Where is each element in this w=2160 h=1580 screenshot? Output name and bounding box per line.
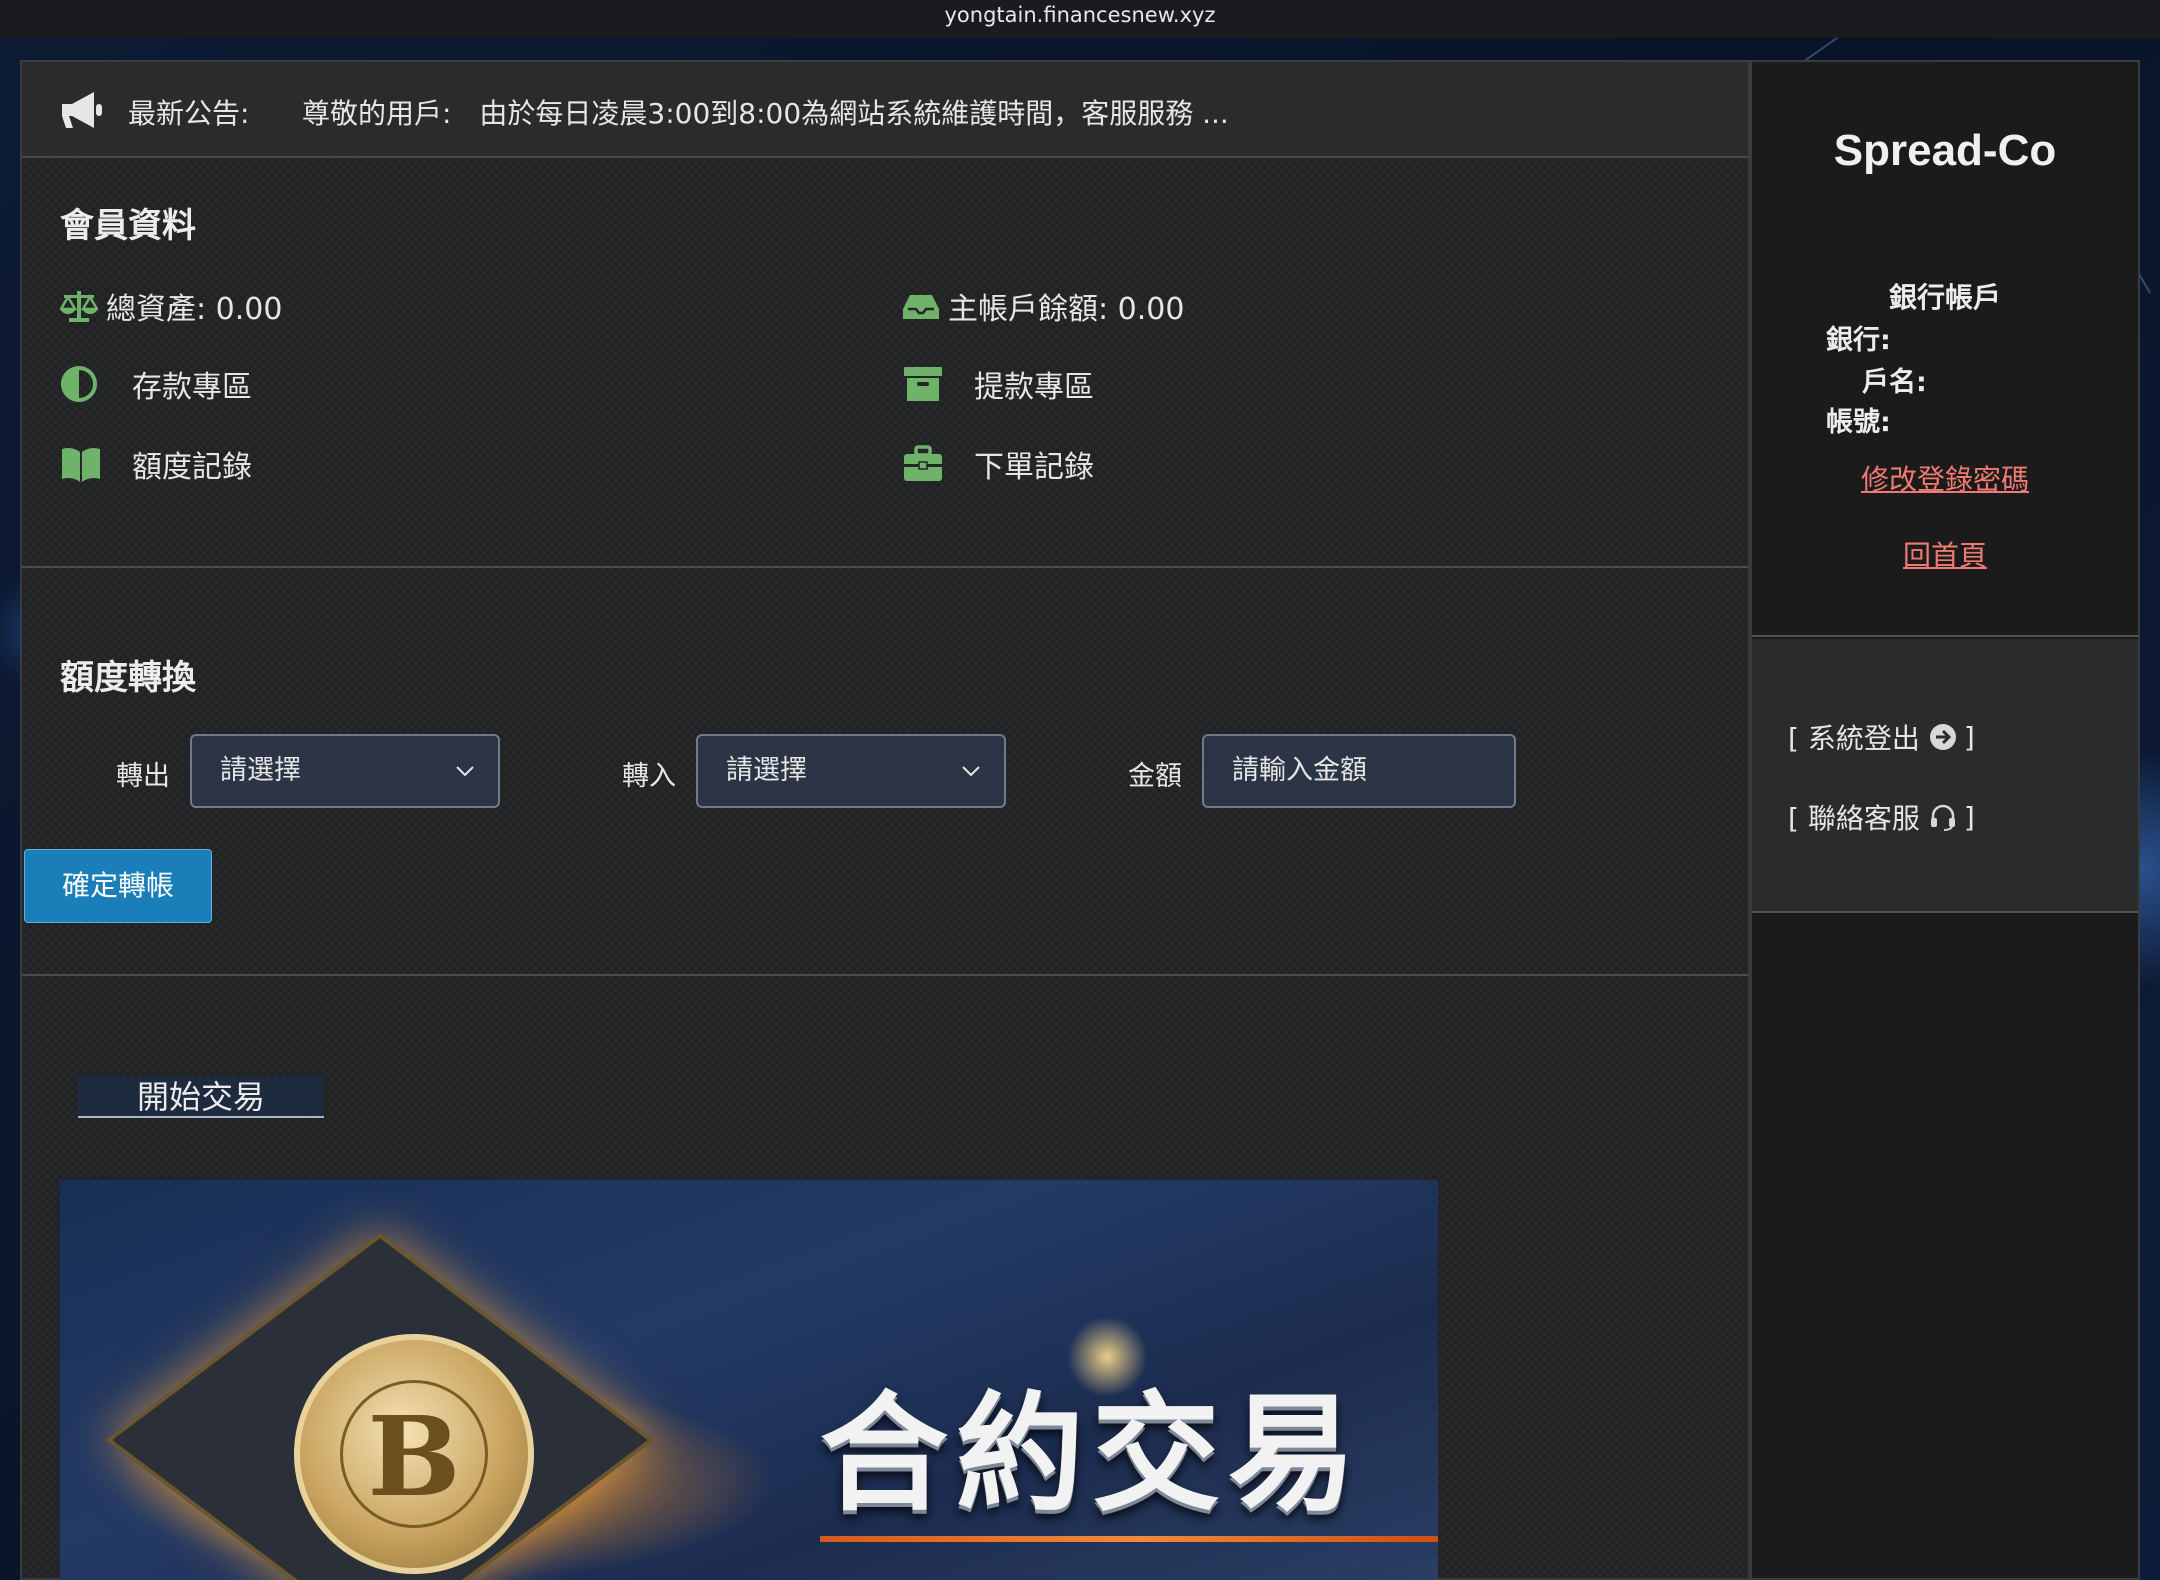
withdraw-link[interactable]: 提款專區 bbox=[902, 362, 1094, 406]
inbox-tray-icon bbox=[903, 295, 939, 319]
order-records-label: 下單記錄 bbox=[974, 450, 1094, 485]
transfer-out-label: 轉出 bbox=[116, 761, 170, 792]
bank-account-title: 銀行帳戶 bbox=[1888, 281, 2001, 314]
home-link[interactable]: 回首頁 bbox=[1752, 534, 2138, 574]
amount-input[interactable]: 請輸入金額 bbox=[1202, 734, 1516, 808]
contract-trading-banner[interactable]: B 合約交易 bbox=[60, 1180, 1438, 1580]
brand-logo-text: Spread-Co bbox=[1833, 126, 2057, 175]
transfer-out-select[interactable]: 請選擇 bbox=[190, 734, 500, 808]
section-divider bbox=[22, 566, 1748, 568]
section-divider bbox=[22, 974, 1748, 976]
change-password-link[interactable]: 修改登錄密碼 bbox=[1752, 458, 2138, 498]
bank-label: 銀行: bbox=[1826, 325, 1891, 356]
headset-icon bbox=[1930, 804, 1955, 831]
account-info-panel: Spread-Co 銀行帳戶 銀行: 戶名: 帳號: 修改登錄密碼 回首頁 bbox=[1752, 62, 2138, 637]
banner-title: 合約交易 bbox=[820, 1380, 1365, 1529]
url-text: yongtain.financesnew.xyz bbox=[944, 3, 1216, 27]
chevron-down-icon bbox=[456, 766, 474, 777]
account-name-label: 戶名: bbox=[1862, 367, 1927, 398]
account-number-label: 帳號: bbox=[1826, 407, 1891, 438]
transfer-in-label: 轉入 bbox=[622, 761, 676, 792]
support-label: [ 聯絡客服 bbox=[1788, 802, 1920, 835]
account-actions-panel: [ 系統登出 ] [ 聯絡客服 ] bbox=[1752, 639, 2138, 913]
confirm-transfer-button[interactable]: 確定轉帳 bbox=[24, 849, 212, 923]
announcement-bar: 最新公告: 尊敬的用戶: 由於每日凌晨3:00到8:00為網站系統維護時間，客服… bbox=[22, 62, 1748, 158]
main-balance-text: 主帳戶餘額: 0.00 bbox=[948, 292, 1185, 327]
deposit-label: 存款專區 bbox=[132, 370, 252, 405]
total-assets-text: 總資產: 0.00 bbox=[106, 292, 283, 327]
right-sidebar: Spread-Co 銀行帳戶 銀行: 戶名: 帳號: 修改登錄密碼 回首頁 [ … bbox=[1750, 60, 2140, 1580]
contact-support-link[interactable]: [ 聯絡客服 ] bbox=[1788, 797, 1975, 837]
total-assets: 總資產: 0.00 bbox=[60, 284, 282, 328]
member-info-title: 會員資料 bbox=[60, 206, 196, 246]
logout-label: [ 系統登出 bbox=[1788, 722, 1920, 755]
bitcoin-symbol: B bbox=[340, 1380, 488, 1528]
announcement-label: 最新公告: bbox=[128, 97, 250, 130]
chevron-down-icon bbox=[962, 766, 980, 777]
half-circle-icon bbox=[61, 366, 97, 402]
deposit-link[interactable]: 存款專區 bbox=[60, 362, 252, 406]
logout-close: ] bbox=[1963, 720, 1975, 754]
url-bar[interactable]: yongtain.financesnew.xyz bbox=[0, 0, 2160, 38]
banner-stripe bbox=[820, 1536, 1438, 1542]
main-balance: 主帳戶餘額: 0.00 bbox=[902, 284, 1184, 328]
amount-label: 金額 bbox=[1128, 761, 1182, 792]
transfer-in-value: 請選擇 bbox=[726, 755, 807, 786]
megaphone-icon bbox=[62, 92, 102, 128]
logout-link[interactable]: [ 系統登出 ] bbox=[1788, 717, 1975, 757]
start-trading-tab[interactable]: 開始交易 bbox=[78, 1076, 324, 1118]
transfer-in-select[interactable]: 請選擇 bbox=[696, 734, 1006, 808]
bitcoin-coin-icon: B bbox=[294, 1334, 534, 1574]
support-close: ] bbox=[1963, 800, 1975, 834]
quota-transfer-title: 額度轉換 bbox=[60, 658, 196, 698]
announcement-text[interactable]: 尊敬的用戶: 由於每日凌晨3:00到8:00為網站系統維護時間，客服服務 ... bbox=[302, 92, 1229, 132]
arrow-circle-right-icon bbox=[1929, 724, 1956, 750]
quota-records-link[interactable]: 額度記錄 bbox=[60, 442, 252, 486]
open-book-icon bbox=[62, 448, 100, 482]
withdraw-label: 提款專區 bbox=[974, 370, 1094, 405]
main-panel: 最新公告: 尊敬的用戶: 由於每日凌晨3:00到8:00為網站系統維護時間，客服… bbox=[20, 60, 1750, 1580]
order-records-link[interactable]: 下單記錄 bbox=[902, 442, 1094, 486]
amount-placeholder: 請輸入金額 bbox=[1232, 755, 1367, 786]
transfer-out-value: 請選擇 bbox=[220, 755, 301, 786]
quota-records-label: 額度記錄 bbox=[132, 450, 252, 485]
archive-box-icon bbox=[904, 367, 942, 401]
balance-scale-icon bbox=[60, 291, 98, 322]
briefcase-icon bbox=[904, 445, 942, 481]
